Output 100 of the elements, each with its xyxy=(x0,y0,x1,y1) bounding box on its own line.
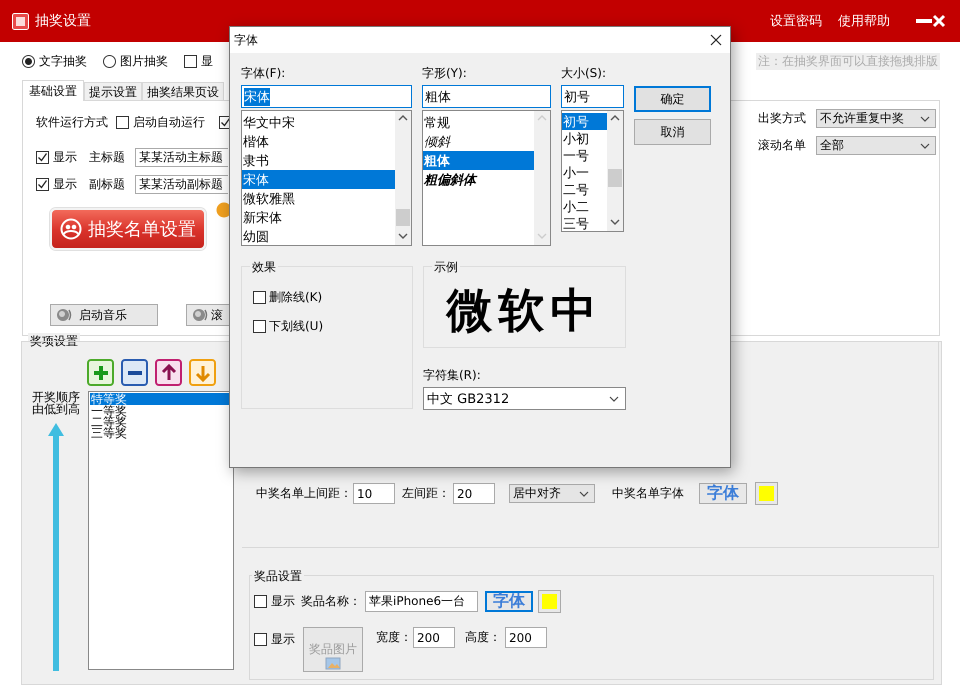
field-label: 副标题 xyxy=(89,176,126,193)
caret-icon xyxy=(920,142,930,148)
auto-run-checkbox[interactable]: 启动自动运行 xyxy=(116,114,205,131)
size-item[interactable]: 小二 xyxy=(562,198,607,215)
field-label: 主标题 xyxy=(89,149,126,166)
caret-icon xyxy=(579,490,589,496)
font-item[interactable]: 宋体 xyxy=(242,170,395,189)
field-label: 字体(F): xyxy=(241,65,286,82)
color-swatch[interactable] xyxy=(538,590,561,613)
mode-radio[interactable]: 文字抽奖 xyxy=(22,52,87,70)
cancel-button[interactable]: 取消 xyxy=(634,119,711,145)
minus-icon xyxy=(128,370,142,374)
speaker-icon xyxy=(55,306,73,324)
field-label: 左间距： xyxy=(402,485,450,502)
height-field[interactable]: 200 xyxy=(505,627,547,648)
prize-name-field[interactable]: 苹果iPhone6一台 xyxy=(365,591,478,612)
tab[interactable]: 基础设置 xyxy=(22,80,84,101)
field-label: 滚动名单 xyxy=(758,137,806,154)
menu-link[interactable]: 设置密码 xyxy=(770,12,822,30)
ok-button[interactable]: 确定 xyxy=(634,86,711,112)
color-swatch[interactable] xyxy=(755,482,778,505)
hint-note: 注：在抽奖界面可以直接拖拽排版 xyxy=(756,52,940,70)
check-icon xyxy=(37,152,48,163)
show-checkbox[interactable]: 显示 xyxy=(254,631,295,648)
field-label: 字符集(R): xyxy=(423,367,482,384)
picture-icon xyxy=(325,656,343,672)
prize-item[interactable]: 一等奖 xyxy=(90,405,233,416)
sample-text: 微软中 xyxy=(446,285,602,335)
style-item[interactable]: 粗体 xyxy=(423,151,534,170)
field-label: 大小(S): xyxy=(561,65,608,82)
font-item[interactable]: 微软雅黑 xyxy=(242,189,395,208)
size-item[interactable]: 三号 xyxy=(562,215,607,232)
help-icon[interactable] xyxy=(216,202,232,218)
style-item[interactable]: 粗偏斜体 xyxy=(423,170,534,189)
font-item[interactable]: 幼圆 xyxy=(242,227,395,246)
effect-checkbox[interactable]: 下划线(U) xyxy=(253,318,412,335)
font-item[interactable]: 华文中宋 xyxy=(242,113,395,132)
size-item[interactable]: 一号 xyxy=(562,147,607,164)
show-checkbox[interactable]: 显 xyxy=(184,52,213,70)
move-up-button[interactable] xyxy=(155,359,182,386)
scroll-bar[interactable] xyxy=(534,111,550,245)
scroll-bar[interactable] xyxy=(607,111,623,231)
field-label: 宽度： xyxy=(376,629,412,646)
charset-dropdown[interactable]: 中文 GB2312 xyxy=(423,387,626,410)
width-field[interactable]: 200 xyxy=(413,627,455,648)
tab[interactable]: 提示设置 xyxy=(84,82,142,100)
scroll-bar[interactable] xyxy=(395,111,411,245)
dialog-title: 字体 xyxy=(234,32,258,48)
title-field[interactable]: 某某活动副标题 xyxy=(135,175,228,194)
font-item[interactable]: 楷体 xyxy=(242,132,395,151)
field-label: 软件运行方式 xyxy=(36,114,108,131)
size-item[interactable]: 小一 xyxy=(562,164,607,181)
field-label: 中奖名单字体 xyxy=(612,485,684,502)
title-field[interactable]: 某某活动主标题 xyxy=(135,148,228,167)
prize-item[interactable]: 二等奖 xyxy=(90,416,233,427)
list-settings-button[interactable]: 抽奖名单设置 xyxy=(50,208,206,250)
align-dropdown[interactable]: 居中对齐 xyxy=(509,484,595,503)
size-item[interactable]: 二号 xyxy=(562,181,607,198)
group-title: 奖品设置 xyxy=(252,568,304,585)
add-button[interactable] xyxy=(87,359,114,386)
caret-icon xyxy=(920,116,930,122)
tab[interactable]: 抽奖结果页设 xyxy=(142,82,224,100)
close-icon[interactable] xyxy=(710,34,722,46)
move-down-button[interactable] xyxy=(189,359,216,386)
style-item[interactable]: 倾斜 xyxy=(423,132,534,151)
remove-button[interactable] xyxy=(121,359,148,386)
show-checkbox[interactable]: 显示 xyxy=(254,593,295,610)
app-icon xyxy=(12,12,29,30)
sound-button[interactable]: 启动音乐 xyxy=(50,304,158,326)
show-checkbox[interactable]: 显示 xyxy=(36,176,89,193)
top-margin-field[interactable]: 10 xyxy=(353,483,395,504)
caret-icon xyxy=(609,396,619,402)
size-item[interactable]: 初号 xyxy=(562,113,607,130)
menu-link[interactable]: 使用帮助 xyxy=(838,12,890,30)
size-item[interactable]: 小初 xyxy=(562,130,607,147)
show-checkbox[interactable]: 显示 xyxy=(36,149,89,166)
speaker-icon xyxy=(191,306,209,324)
effect-checkbox[interactable]: 删除线(K) xyxy=(253,289,412,306)
setting-dropdown[interactable]: 不允许重复中奖 xyxy=(816,109,936,128)
sound-button[interactable]: 滚 xyxy=(186,304,229,326)
field-label: 字形(Y): xyxy=(422,65,468,82)
setting-dropdown[interactable]: 全部 xyxy=(816,136,936,155)
prize-item[interactable]: 三等奖 xyxy=(90,427,233,438)
mode-radio[interactable]: 图片抽奖 xyxy=(103,52,168,70)
check-icon xyxy=(37,179,48,190)
field-label: 高度： xyxy=(465,629,501,646)
font-field[interactable]: 宋体 xyxy=(241,85,412,108)
style-item[interactable]: 常规 xyxy=(423,113,534,132)
size-field[interactable]: 初号 xyxy=(561,85,624,108)
field-label: 中奖名单上间距： xyxy=(256,485,352,502)
group-title: 效果 xyxy=(250,259,278,276)
order-label: 由低到高 xyxy=(32,403,80,415)
group-title: 示例 xyxy=(432,259,460,276)
window-title: 抽奖设置 xyxy=(35,12,91,30)
check-icon xyxy=(220,117,231,128)
font-item[interactable]: 隶书 xyxy=(242,151,395,170)
field-label: 出奖方式 xyxy=(758,110,806,127)
style-field[interactable]: 粗体 xyxy=(422,85,551,108)
font-item[interactable]: 新宋体 xyxy=(242,208,395,227)
left-margin-field[interactable]: 20 xyxy=(453,483,495,504)
